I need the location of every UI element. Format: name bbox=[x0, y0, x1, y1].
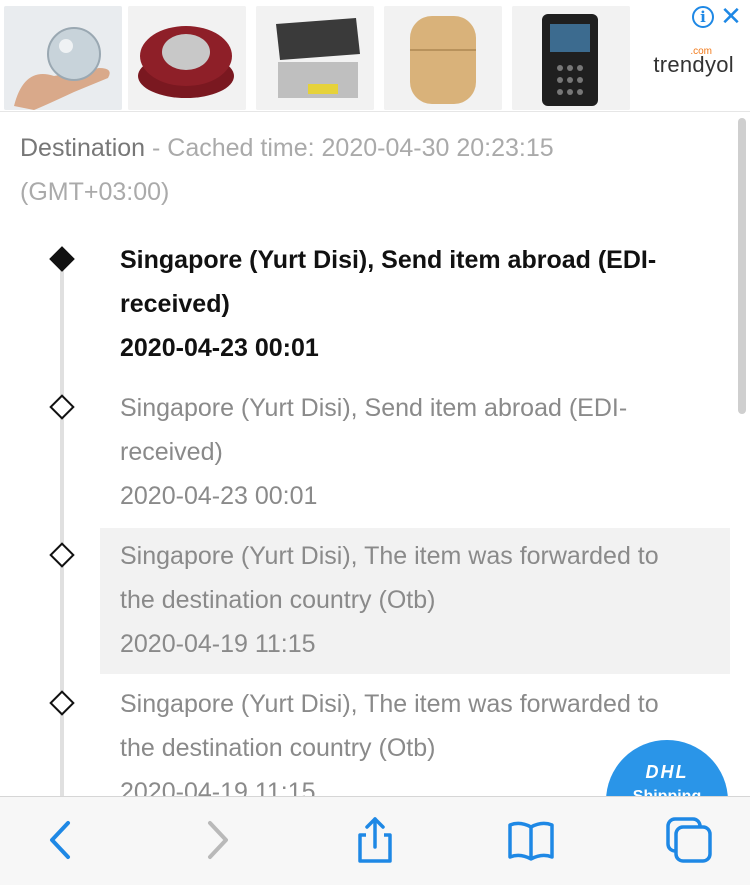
scrollbar[interactable] bbox=[738, 118, 746, 414]
event-description-cont: the destination country (Otb) bbox=[120, 586, 436, 614]
event-description: Singapore (Yurt Disi), Send item abroad … bbox=[120, 394, 628, 422]
event-description-cont: received) bbox=[120, 290, 230, 318]
diamond-outline-icon bbox=[49, 394, 75, 420]
ad-banner[interactable]: i ✕ .com trendyol bbox=[0, 0, 750, 112]
timeline-line bbox=[60, 260, 64, 800]
event-description: Singapore (Yurt Disi), The item was forw… bbox=[120, 542, 659, 570]
event-time: 2020-04-23 00:01 bbox=[120, 482, 318, 510]
close-icon[interactable]: ✕ bbox=[718, 3, 744, 30]
cached-time: - Cached time: 2020-04-30 20:23:15 bbox=[145, 134, 554, 162]
browser-toolbar bbox=[0, 796, 750, 885]
timeline-event-highlighted: Singapore (Yurt Disi), The item was forw… bbox=[100, 528, 730, 674]
event-description-cont: received) bbox=[120, 438, 223, 466]
trendyol-logo[interactable]: .com trendyol bbox=[624, 46, 734, 86]
event-description: Singapore (Yurt Disi), Send item abroad … bbox=[120, 246, 657, 274]
info-icon[interactable]: i bbox=[692, 6, 714, 28]
book-icon[interactable] bbox=[506, 815, 556, 865]
tracking-header: Destination - Cached time: 2020-04-30 20… bbox=[20, 126, 720, 214]
diamond-filled-icon bbox=[49, 246, 75, 272]
ad-earbuds-image[interactable] bbox=[384, 6, 502, 110]
chevron-right-icon[interactable] bbox=[192, 815, 242, 865]
tabs-icon[interactable] bbox=[664, 815, 714, 865]
ad-waffle-maker-image[interactable] bbox=[128, 6, 246, 110]
diamond-outline-icon bbox=[49, 690, 75, 716]
brand-name: trendyol bbox=[653, 52, 734, 77]
diamond-outline-icon bbox=[49, 542, 75, 568]
event-time: 2020-04-23 00:01 bbox=[120, 334, 319, 362]
ad-crystal-ball-image[interactable] bbox=[4, 6, 122, 110]
page: i ✕ .com trendyol Destination - Cached t… bbox=[0, 0, 750, 885]
timeline-event: Singapore (Yurt Disi), Send item abroad … bbox=[100, 386, 730, 518]
ad-panini-grill-image[interactable] bbox=[256, 6, 374, 110]
ad-satellite-finder-image[interactable] bbox=[512, 6, 630, 110]
timezone-label: (GMT+03:00) bbox=[20, 178, 170, 206]
event-description: Singapore (Yurt Disi), The item was forw… bbox=[120, 690, 659, 718]
destination-label: Destination bbox=[20, 134, 146, 162]
share-icon[interactable] bbox=[350, 815, 400, 865]
timeline-event: Singapore (Yurt Disi), Send item abroad … bbox=[100, 238, 730, 370]
dhl-logo: DHL bbox=[645, 762, 689, 782]
event-time: 2020-04-19 11:15 bbox=[120, 630, 316, 658]
chevron-left-icon[interactable] bbox=[36, 815, 86, 865]
